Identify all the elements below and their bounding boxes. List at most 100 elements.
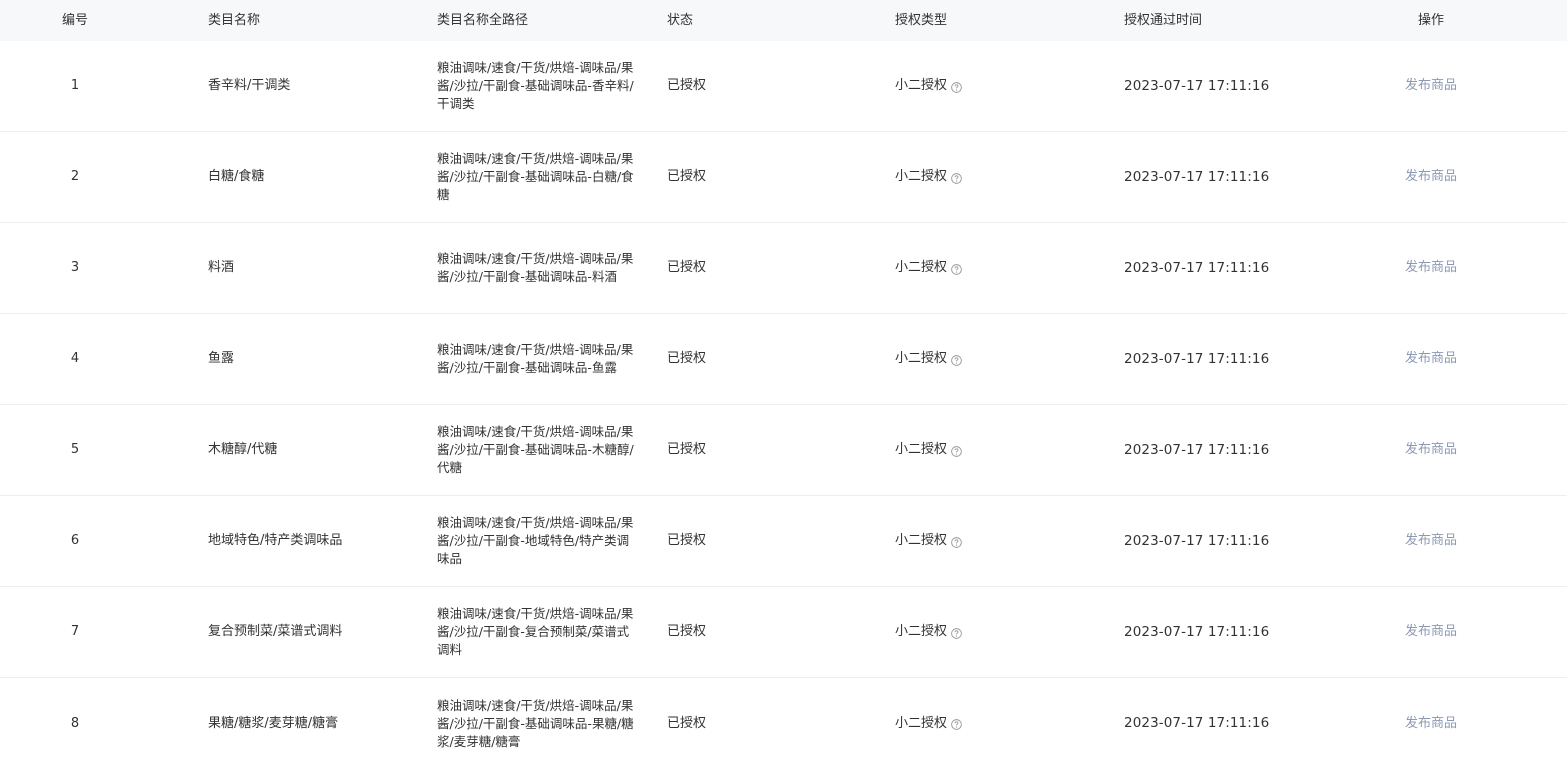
- row-auth-type: 小二授权: [837, 532, 1066, 550]
- row-category-path-text: 粮油调味/速食/干货/烘焙-调味品/果酱/沙拉/干副食-基础调味品-木糖醇/代糖: [437, 424, 634, 475]
- row-status: 已授权: [667, 169, 707, 184]
- publish-product-link[interactable]: 发布商品: [1405, 624, 1457, 639]
- header-name: 类目名称: [208, 12, 261, 28]
- row-category-name: 木糖醇/代糖: [208, 442, 278, 457]
- question-circle-icon[interactable]: [951, 354, 962, 366]
- row-category-path: 粮油调味/速食/干货/烘焙-调味品/果酱/沙拉/干副食-地域特色/特产类调味品: [379, 514, 633, 568]
- row-auth-type-label: 小二授权: [895, 78, 948, 93]
- row-category-path-text: 粮油调味/速食/干货/烘焙-调味品/果酱/沙拉/干副食-复合预制菜/菜谱式调料: [437, 606, 634, 657]
- row-auth-time-text: 2023-07-17 17:11:16: [1124, 715, 1270, 731]
- row-auth-time: 2023-07-17 17:11:16: [1066, 623, 1295, 642]
- row-auth-time-text: 2023-07-17 17:11:16: [1124, 623, 1270, 640]
- row-auth-time-text: 2023-07-17 17:11:16: [1124, 168, 1270, 185]
- row-auth-time: 2023-07-17 17:11:16: [1066, 77, 1295, 96]
- table-row: 6 地域特色/特产类调味品 粮油调味/速食/干货/烘焙-调味品/果酱/沙拉/干副…: [0, 496, 1567, 587]
- publish-product-link[interactable]: 发布商品: [1405, 260, 1457, 275]
- question-circle-icon[interactable]: [951, 718, 962, 730]
- row-no: 5: [70, 442, 80, 457]
- row-category-name: 香辛料/干调类: [208, 78, 291, 93]
- row-auth-type: 小二授权: [837, 259, 1066, 277]
- publish-product-link[interactable]: 发布商品: [1405, 78, 1457, 93]
- header-operation: 操作: [1417, 12, 1444, 28]
- publish-product-link[interactable]: 发布商品: [1405, 442, 1457, 457]
- publish-product-link[interactable]: 发布商品: [1405, 351, 1457, 366]
- table-row: 5 木糖醇/代糖 粮油调味/速食/干货/烘焙-调味品/果酱/沙拉/干副食-基础调…: [0, 405, 1567, 496]
- publish-product-link[interactable]: 发布商品: [1405, 533, 1457, 548]
- row-status: 已授权: [667, 533, 707, 548]
- row-no: 1: [70, 78, 80, 93]
- table-row: 2 白糖/食糖 粮油调味/速食/干货/烘焙-调味品/果酱/沙拉/干副食-基础调味…: [0, 132, 1567, 223]
- row-auth-time-text: 2023-07-17 17:11:16: [1124, 350, 1270, 367]
- question-circle-icon[interactable]: [951, 536, 962, 548]
- row-operation: 发布商品: [1295, 623, 1567, 641]
- question-circle-icon[interactable]: [951, 81, 962, 93]
- row-auth-type: 小二授权: [837, 350, 1066, 368]
- publish-product-link[interactable]: 发布商品: [1405, 169, 1457, 184]
- row-auth-type-label: 小二授权: [895, 169, 948, 184]
- row-auth-type: 小二授权: [837, 623, 1066, 641]
- row-auth-type-label: 小二授权: [895, 533, 948, 548]
- row-category-name: 鱼露: [208, 351, 235, 366]
- row-auth-type-label: 小二授权: [895, 715, 948, 731]
- header-status: 状态: [667, 12, 694, 28]
- row-category-path: 粮油调味/速食/干货/烘焙-调味品/果酱/沙拉/干副食-基础调味品-鱼露: [379, 341, 633, 377]
- row-operation: 发布商品: [1295, 259, 1567, 277]
- table-row: 1 香辛料/干调类 粮油调味/速食/干货/烘焙-调味品/果酱/沙拉/干副食-基础…: [0, 41, 1567, 132]
- row-auth-time: 2023-07-17 17:11:16: [1066, 714, 1295, 733]
- row-operation: 发布商品: [1295, 441, 1567, 459]
- row-operation: 发布商品: [1295, 350, 1567, 368]
- row-category-path-text: 粮油调味/速食/干货/烘焙-调味品/果酱/沙拉/干副食-基础调味品-鱼露: [437, 342, 634, 375]
- row-category-path: 粮油调味/速食/干货/烘焙-调味品/果酱/沙拉/干副食-复合预制菜/菜谱式调料: [379, 605, 633, 659]
- row-auth-type: 小二授权: [837, 715, 1066, 733]
- row-operation: 发布商品: [1295, 77, 1567, 95]
- row-auth-type-label: 小二授权: [895, 624, 948, 639]
- header-auth-time: 授权通过时间: [1124, 12, 1203, 28]
- row-category-name: 果糖/糖浆/麦芽糖/糖膏: [208, 715, 339, 731]
- row-auth-time: 2023-07-17 17:11:16: [1066, 532, 1295, 551]
- row-auth-type: 小二授权: [837, 168, 1066, 186]
- table-header: 编号 类目名称 类目名称全路径 状态 授权类型 授权通过时间 操作: [0, 0, 1567, 41]
- row-category-path-text: 粮油调味/速食/干货/烘焙-调味品/果酱/沙拉/干副食-基础调味品-香辛料/干调…: [437, 60, 634, 111]
- row-no: 6: [70, 533, 80, 548]
- row-auth-time: 2023-07-17 17:11:16: [1066, 259, 1295, 278]
- row-auth-time: 2023-07-17 17:11:16: [1066, 350, 1295, 369]
- row-status: 已授权: [667, 260, 707, 275]
- row-operation: 发布商品: [1295, 715, 1567, 733]
- row-status: 已授权: [667, 624, 707, 639]
- publish-product-link[interactable]: 发布商品: [1405, 716, 1457, 731]
- row-category-path: 粮油调味/速食/干货/烘焙-调味品/果酱/沙拉/干副食-基础调味品-白糖/食糖: [379, 150, 634, 204]
- row-category-path-text: 粮油调味/速食/干货/烘焙-调味品/果酱/沙拉/干副食-基础调味品-料酒: [437, 251, 634, 284]
- row-category-path-text: 粮油调味/速食/干货/烘焙-调味品/果酱/沙拉/干副食-基础调味品-果糖/糖浆/…: [437, 697, 634, 749]
- row-category-path-text: 粮油调味/速食/干货/烘焙-调味品/果酱/沙拉/干副食-地域特色/特产类调味品: [437, 515, 634, 566]
- row-auth-type: 小二授权: [837, 441, 1066, 459]
- row-category-name: 复合预制菜/菜谱式调料: [208, 624, 343, 639]
- question-circle-icon[interactable]: [951, 263, 962, 275]
- row-status: 已授权: [667, 78, 707, 93]
- row-auth-time: 2023-07-17 17:11:16: [1066, 168, 1295, 187]
- row-status: 已授权: [667, 442, 707, 457]
- question-circle-icon[interactable]: [951, 172, 962, 184]
- row-auth-time-text: 2023-07-17 17:11:16: [1124, 259, 1270, 276]
- row-status: 已授权: [667, 351, 707, 366]
- table-row: 7 复合预制菜/菜谱式调料 粮油调味/速食/干货/烘焙-调味品/果酱/沙拉/干副…: [0, 587, 1567, 678]
- row-category-name: 白糖/食糖: [208, 169, 265, 184]
- question-circle-icon[interactable]: [951, 445, 962, 457]
- header-auth-type: 授权类型: [895, 12, 948, 28]
- question-circle-icon[interactable]: [951, 627, 962, 639]
- row-category-name: 料酒: [208, 260, 235, 275]
- row-operation: 发布商品: [1295, 532, 1567, 550]
- table-row: 4 鱼露 粮油调味/速食/干货/烘焙-调味品/果酱/沙拉/干副食-基础调味品-鱼…: [0, 314, 1567, 405]
- row-category-path: 粮油调味/速食/干货/烘焙-调味品/果酱/沙拉/干副食-基础调味品-香辛料/干调…: [379, 59, 634, 113]
- row-category-path: 粮油调味/速食/干货/烘焙-调味品/果酱/沙拉/干副食-基础调味品-料酒: [379, 250, 633, 286]
- row-category-path: 粮油调味/速食/干货/烘焙-调味品/果酱/沙拉/干副食-基础调味品-木糖醇/代糖: [379, 423, 634, 477]
- header-path: 类目名称全路径: [437, 12, 529, 28]
- row-no: 4: [70, 351, 80, 366]
- row-auth-type-label: 小二授权: [895, 260, 948, 275]
- row-auth-type-label: 小二授权: [895, 351, 948, 366]
- row-no: 3: [70, 260, 80, 275]
- row-auth-time-text: 2023-07-17 17:11:16: [1124, 77, 1270, 94]
- table-row: 8 果糖/糖浆/麦芽糖/糖膏 粮油调味/速食/干货/烘焙-调味品/果酱/沙拉/干…: [0, 678, 1567, 769]
- header-no: 编号: [61, 12, 88, 28]
- row-auth-type: 小二授权: [837, 77, 1066, 95]
- table-body: 1 香辛料/干调类 粮油调味/速食/干货/烘焙-调味品/果酱/沙拉/干副食-基础…: [0, 41, 1567, 769]
